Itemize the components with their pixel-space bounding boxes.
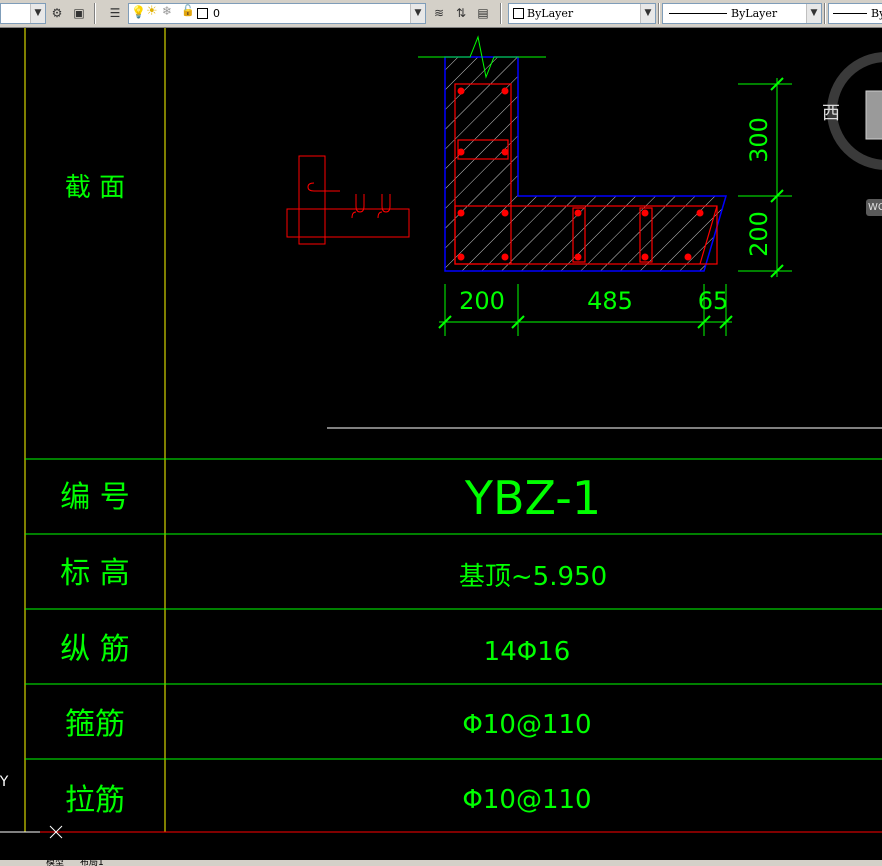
row-label-elevation: 标 高 xyxy=(60,556,130,591)
linetype-combo[interactable]: ByLayer ▼ xyxy=(662,3,822,24)
color-value: ByLayer xyxy=(527,7,574,20)
column-section xyxy=(418,35,728,272)
layout-tabs: 模型 布局1 xyxy=(0,860,882,866)
tab-layout1[interactable]: 布局1 xyxy=(80,860,104,866)
stirrup-value: Φ10@110 xyxy=(462,710,591,740)
lineweight-sample xyxy=(833,13,867,14)
longitudinal-rebar-value: 14Φ16 xyxy=(484,637,571,667)
row-label-stirrup: 箍筋 xyxy=(65,707,125,742)
layer-name: 0 xyxy=(213,7,220,20)
layer-color-swatch xyxy=(197,8,208,19)
lightbulb-icon: 💡 xyxy=(131,5,146,19)
workspace-icon[interactable]: ▣ xyxy=(70,4,88,22)
lock-icon: 🔓 xyxy=(181,4,195,17)
make-current-layer-icon[interactable]: ≋ xyxy=(430,4,448,22)
drawing-canvas[interactable]: 截 面 编 号 标 高 纵 筋 箍筋 拉筋 YBZ-1 基顶~5.950 14Φ… xyxy=(0,28,882,860)
lineweight-combo[interactable]: By xyxy=(828,3,882,24)
chevron-down-icon[interactable]: ▼ xyxy=(30,4,45,23)
wcs-button[interactable]: WC xyxy=(868,199,882,216)
layer-previous-icon[interactable]: ▤ xyxy=(474,4,492,22)
component-id: YBZ-1 xyxy=(464,471,601,525)
chevron-down-icon[interactable]: ▼ xyxy=(640,4,655,23)
dim-label-200-vertical: 200 xyxy=(745,211,773,257)
chevron-down-icon[interactable]: ▼ xyxy=(410,4,425,23)
layer-properties-icon[interactable]: ☰ xyxy=(106,4,124,22)
stirrup-detail xyxy=(286,155,410,245)
layer-combo[interactable]: 💡 ☀ ❄ 🔓 0 ▼ xyxy=(128,3,426,24)
compass-west-label[interactable]: 西 xyxy=(822,104,840,124)
viewcube[interactable]: 西 WC xyxy=(822,52,882,216)
settings-gear-icon[interactable]: ⚙ xyxy=(48,4,66,22)
dim-label-65: 65 xyxy=(698,287,729,315)
ucs-y-label: Y xyxy=(0,774,9,790)
elevation-value: 基顶~5.950 xyxy=(459,562,607,592)
dim-label-485: 485 xyxy=(587,287,633,315)
properties-toolbar: ▼ ⚙ ▣ ☰ 💡 ☀ ❄ 🔓 0 ▼ ≋ ⇅ ▤ ByLayer ▼ ByLa… xyxy=(0,0,882,28)
row-label-section: 截 面 xyxy=(65,173,125,203)
chevron-down-icon[interactable]: ▼ xyxy=(806,4,821,23)
sun-icon: ☀ xyxy=(146,4,158,19)
linetype-value: ByLayer xyxy=(731,7,778,20)
dim-label-200-horizontal: 200 xyxy=(459,287,505,315)
row-label-longitudinal: 纵 筋 xyxy=(60,632,130,667)
ucs-icon: Y xyxy=(0,774,63,839)
tie-value: Φ10@110 xyxy=(462,785,591,815)
lineweight-value: By xyxy=(871,7,882,20)
freeze-icon: ❄ xyxy=(162,4,173,18)
color-combo[interactable]: ByLayer ▼ xyxy=(508,3,656,24)
layer-match-icon[interactable]: ⇅ xyxy=(452,4,470,22)
dim-label-300: 300 xyxy=(745,117,773,163)
linetype-sample xyxy=(669,13,727,14)
row-label-id: 编 号 xyxy=(60,480,130,515)
tab-model[interactable]: 模型 xyxy=(46,860,64,866)
row-label-tie: 拉筋 xyxy=(65,783,125,818)
color-swatch xyxy=(513,8,524,19)
workspace-combo[interactable]: ▼ xyxy=(0,3,46,24)
